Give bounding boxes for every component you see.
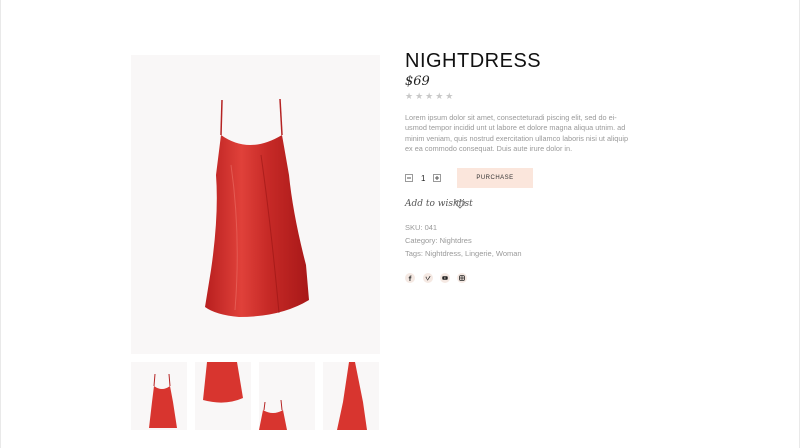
rating-stars[interactable]: ★★★★★ — [405, 91, 455, 102]
facebook-icon — [408, 275, 412, 281]
thumbnail-4[interactable] — [323, 362, 379, 430]
product-title: NIGHTDRESS — [405, 50, 542, 72]
heart-icon[interactable] — [455, 200, 465, 209]
instagram-icon — [459, 275, 465, 281]
thumbnail-dress-full — [149, 373, 177, 428]
youtube-icon — [442, 276, 448, 280]
vimeo-share-button[interactable] — [423, 273, 433, 283]
product-price: $69 — [405, 74, 430, 89]
minus-icon — [407, 177, 411, 179]
purchase-button[interactable]: PURCHASE — [457, 168, 533, 188]
thumbnail-dress-top — [259, 399, 287, 430]
product-description: Lorem ipsum dolor sit amet, consectetura… — [405, 113, 629, 154]
product-sku: SKU: 041 — [405, 223, 438, 232]
quantity-value[interactable]: 1 — [421, 174, 425, 183]
facebook-share-button[interactable] — [405, 273, 415, 283]
quantity-increase-button[interactable] — [433, 174, 441, 182]
nightdress-illustration — [205, 98, 309, 317]
plus-icon — [435, 176, 439, 180]
product-category[interactable]: Category: Nightdres — [405, 236, 472, 245]
thumbnail-dress-hem — [203, 362, 243, 403]
quantity-decrease-button[interactable] — [405, 174, 413, 182]
instagram-share-button[interactable] — [457, 273, 467, 283]
thumbnail-1[interactable] — [131, 362, 187, 430]
thumbnail-2[interactable] — [195, 362, 251, 430]
product-tags[interactable]: Tags: Nightdress, Lingerie, Woman — [405, 249, 522, 258]
thumbnail-3[interactable] — [259, 362, 315, 430]
thumbnail-dress-side — [337, 362, 367, 430]
youtube-share-button[interactable] — [440, 273, 450, 283]
page-border-left — [0, 0, 1, 448]
main-product-image[interactable] — [131, 55, 380, 354]
vimeo-icon — [425, 276, 431, 281]
